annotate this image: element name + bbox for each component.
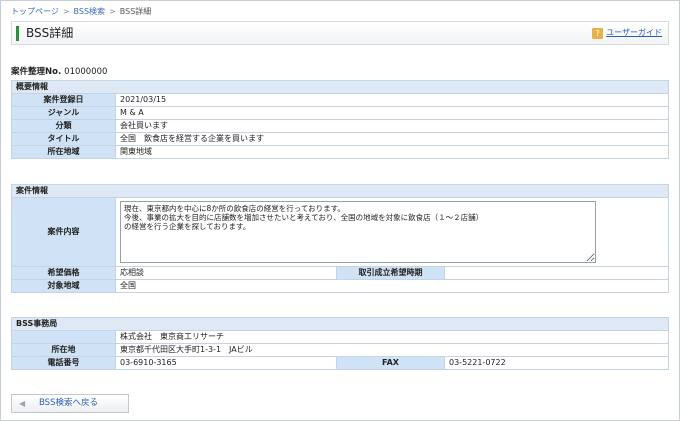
content-cell: 現在、東京都内を中心に8か所の飲食店の経営を行っております。 今後、事業の拡大を… (115, 197, 669, 267)
case-info-table: 案件情報 案件内容 現在、東京都内を中心に8か所の飲食店の経営を行っております。… (11, 184, 669, 293)
back-arrow-icon: ◀ (19, 399, 26, 408)
breadcrumb-top-link[interactable]: トップページ (11, 7, 59, 16)
office-table: BSS事務局 株式会社 東京商工リサーチ 所在地 東京都千代田区大手町1-3-1… (11, 317, 669, 370)
breadcrumb-separator: > (109, 7, 116, 16)
row-value: 2021/03/15 (115, 93, 669, 107)
deal-period-value (444, 266, 669, 280)
row-label: 所在地域 (11, 145, 116, 159)
company-value: 株式会社 東京商工リサーチ (115, 330, 669, 344)
user-guide-label: ユーザーガイド (606, 28, 662, 37)
row-label: タイトル (11, 132, 116, 146)
deal-period-label: 取引成立希望時期 (336, 266, 445, 280)
help-icon: ? (592, 28, 604, 39)
table-row: 株式会社 東京商工リサーチ (11, 330, 669, 344)
table-row: 希望価格 応相談 取引成立希望時期 (11, 266, 669, 280)
breadcrumb-separator: > (62, 7, 70, 16)
case-info-heading: 案件情報 (11, 184, 669, 198)
back-button-label: BSS検索へ戻る (39, 398, 98, 408)
company-label-cell (11, 330, 116, 344)
row-label: 案件登録日 (11, 93, 116, 107)
table-row: 所在地 東京都千代田区大手町1-3-1 JAビル (11, 343, 669, 357)
price-value: 応相談 (115, 266, 337, 280)
overview-table: 概要情報 案件登録日 2021/03/15 ジャンル M & A 分類 会社買います … (11, 80, 669, 159)
row-value: 会社買います (115, 119, 669, 133)
table-row: 電話番号 03-6910-3165 FAX 03-5221-0722 (11, 356, 669, 370)
row-value: 全国 飲食店を経営する企業を買います (115, 132, 669, 146)
phone-value: 03-6910-3165 (115, 356, 337, 370)
table-row: 案件内容 現在、東京都内を中心に8か所の飲食店の経営を行っております。 今後、事… (11, 197, 669, 267)
fax-value: 03-5221-0722 (444, 356, 669, 370)
title-bar: BSS詳細 ? ユーザーガイド (11, 21, 669, 45)
breadcrumb-search-link[interactable]: BSS検索 (74, 7, 106, 16)
row-label: ジャンル (11, 106, 116, 120)
address-label: 所在地 (11, 343, 116, 357)
case-number-label: 案件整理No. (11, 67, 62, 77)
table-row: 分類 会社買います (11, 119, 669, 133)
row-value: 関東地域 (115, 145, 669, 159)
table-row: ジャンル M & A (11, 106, 669, 120)
case-number: 案件整理No. 01000000 (11, 67, 107, 77)
table-row: 案件登録日 2021/03/15 (11, 93, 669, 107)
back-to-search-button[interactable]: ◀ BSS検索へ戻る (11, 394, 129, 413)
row-value: M & A (115, 106, 669, 120)
content-label: 案件内容 (11, 197, 116, 267)
breadcrumb: トップページ > BSS検索 > BSS詳細 (11, 7, 151, 17)
overview-heading: 概要情報 (11, 80, 669, 94)
address-value: 東京都千代田区大手町1-3-1 JAビル (115, 343, 669, 357)
table-row: タイトル 全国 飲食店を経営する企業を買います (11, 132, 669, 146)
page-frame: トップページ > BSS検索 > BSS詳細 BSS詳細 ? ユーザーガイド 案件整理No… (0, 0, 680, 421)
price-label: 希望価格 (11, 266, 116, 280)
row-label: 分類 (11, 119, 116, 133)
table-row: 対象地域 全国 (11, 279, 669, 293)
title-accent-bar (16, 26, 19, 41)
phone-label: 電話番号 (11, 356, 116, 370)
user-guide-link[interactable]: ? ユーザーガイド (592, 27, 662, 39)
case-content-textarea[interactable]: 現在、東京都内を中心に8か所の飲食店の経営を行っております。 今後、事業の拡大を… (120, 201, 596, 263)
fax-label: FAX (336, 356, 445, 370)
breadcrumb-current: BSS詳細 (119, 7, 152, 16)
office-heading: BSS事務局 (11, 317, 669, 331)
page-title: BSS詳細 (26, 26, 74, 40)
region-value: 全国 (115, 279, 669, 293)
case-number-value: 01000000 (64, 67, 108, 77)
table-row: 所在地域 関東地域 (11, 145, 669, 159)
region-label: 対象地域 (11, 279, 116, 293)
